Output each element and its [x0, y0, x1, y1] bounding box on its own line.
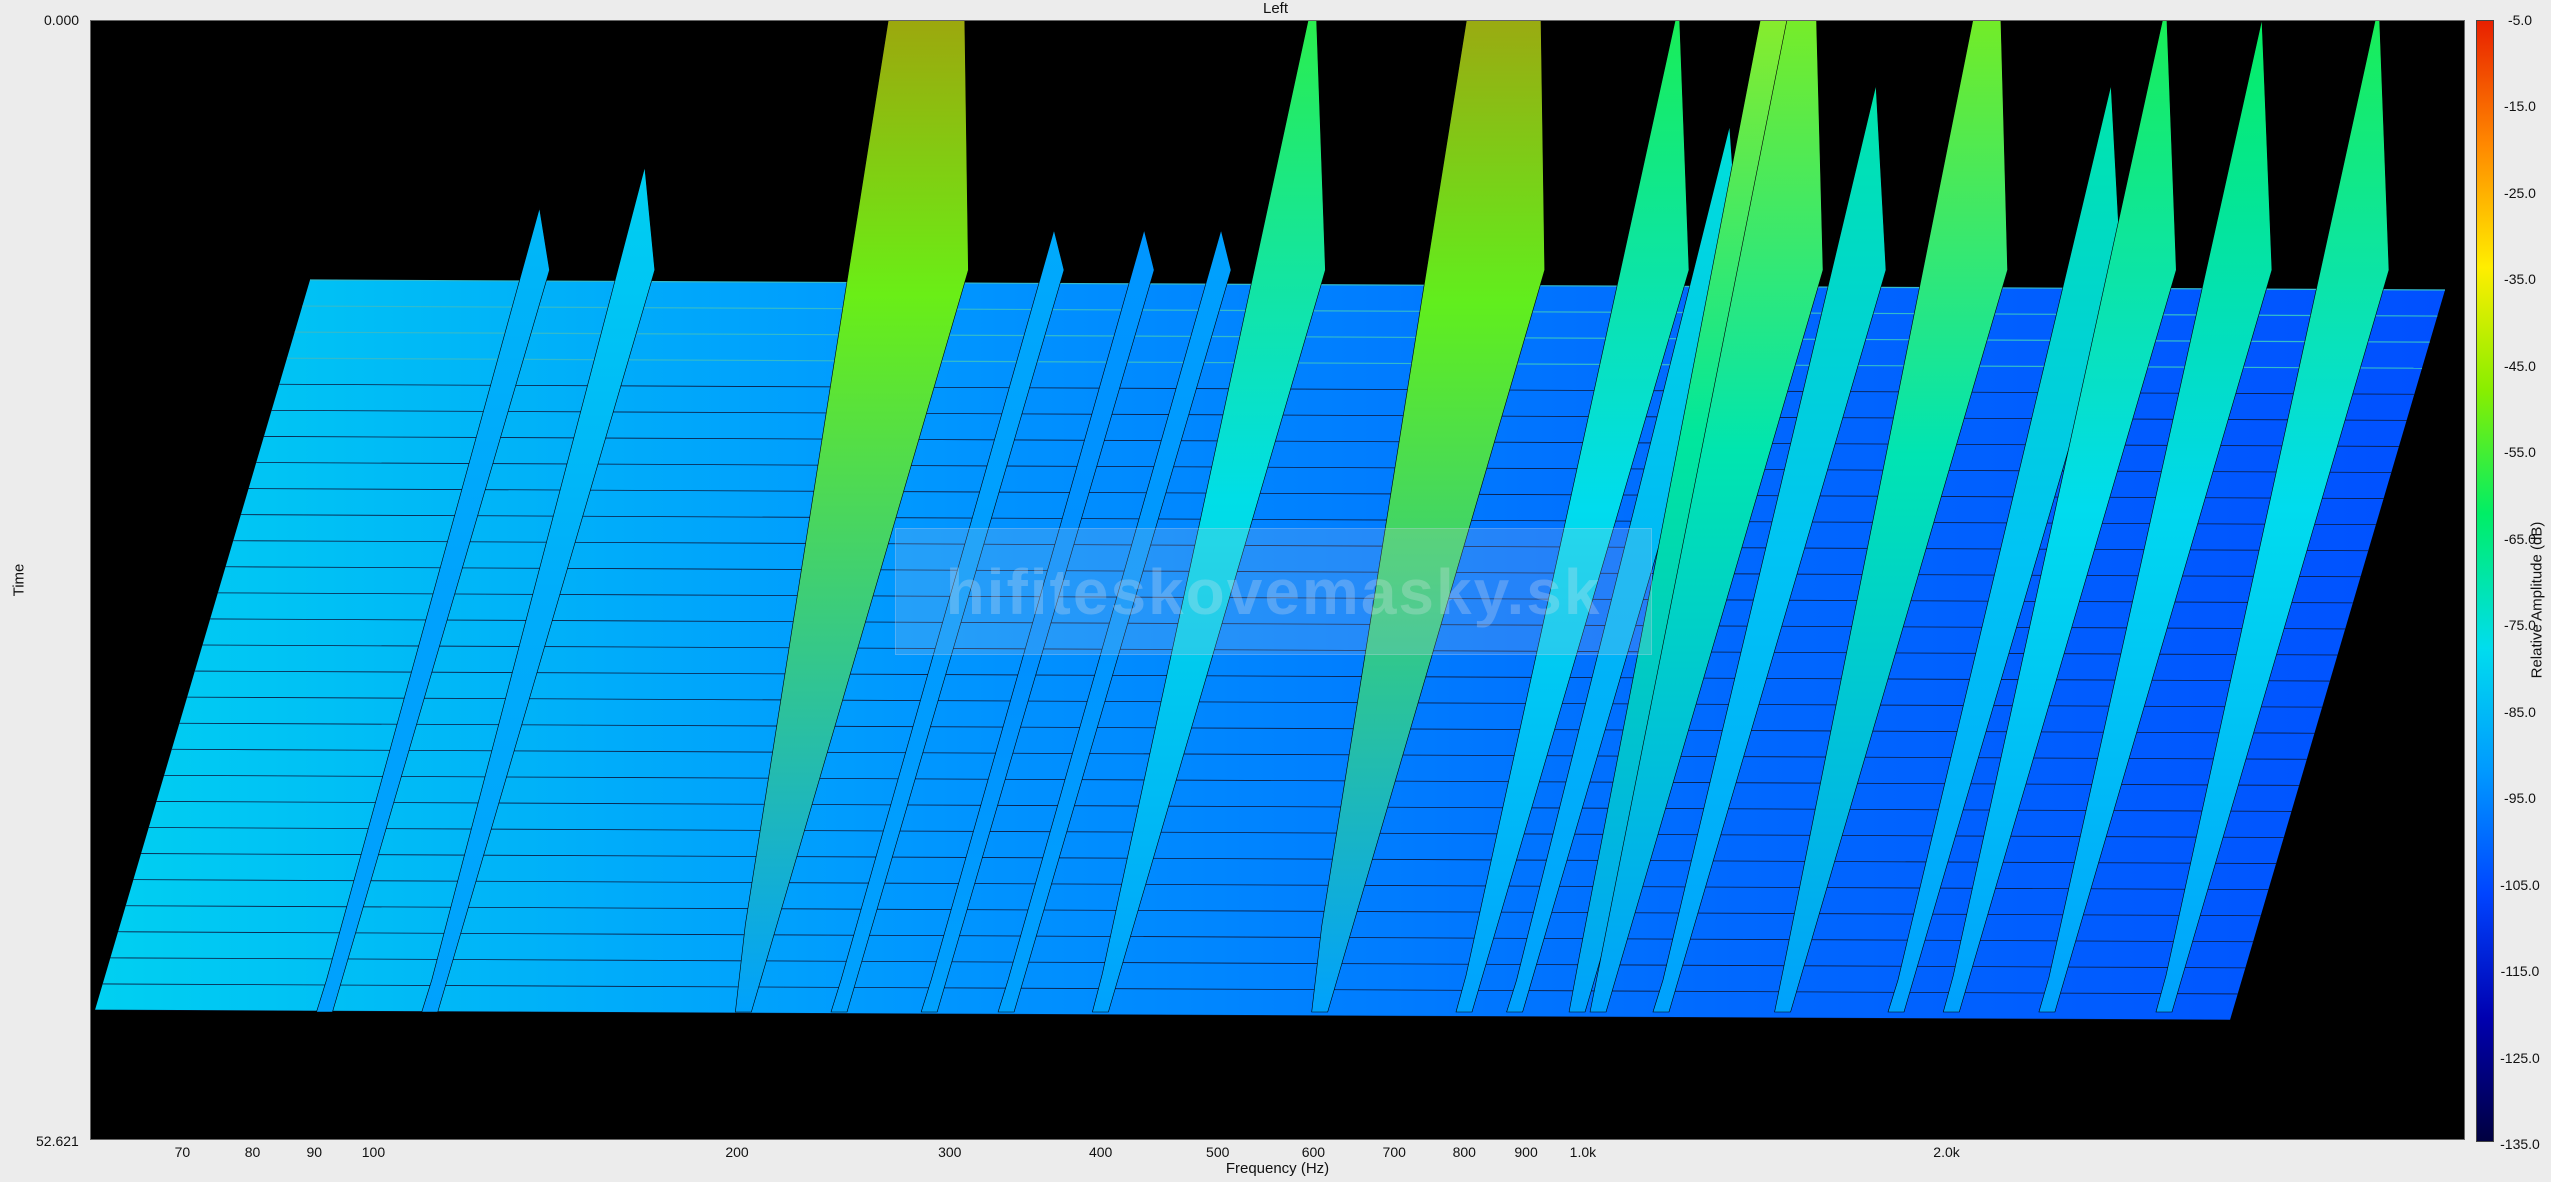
x-tick-label: 700 [1382, 1144, 1406, 1160]
x-tick-label: 90 [306, 1144, 323, 1160]
time-tick-start: 0.000 [44, 12, 80, 28]
app-window: Left Time 0.000 52.621 70 80 90 100 200 300 40… [0, 0, 2551, 1182]
x-axis-label: Frequency (Hz) [1225, 1160, 1330, 1177]
colorbar-label: Relative Amplitude (dB) [2528, 521, 2546, 679]
x-tick-label: 800 [1452, 1144, 1476, 1160]
colorbar-tick-label: -125.0 [2500, 1049, 2540, 1066]
colorbar-tick-label: -25.0 [2504, 184, 2536, 201]
chart-title: Left [1262, 0, 1289, 17]
x-tick-label: 600 [1301, 1144, 1326, 1160]
x-tick-label: 300 [938, 1144, 962, 1160]
y-axis-label: Time [10, 563, 28, 597]
x-tick-label: 900 [1514, 1144, 1538, 1160]
colorbar-tick-label: -115.0 [2500, 963, 2540, 980]
time-tick-end: 52.621 [36, 1133, 79, 1149]
colorbar-tick-label: -135.0 [2500, 1136, 2540, 1153]
x-tick-label: 70 [174, 1144, 191, 1160]
colorbar-tick-label: -15.0 [2504, 98, 2536, 115]
x-tick-label: 2.0k [1933, 1144, 1960, 1160]
x-tick-label: 500 [1206, 1144, 1230, 1160]
x-tick-label: 80 [244, 1144, 261, 1160]
x-tick-label: 1.0k [1569, 1144, 1597, 1160]
watermark: hifiteskovemasky.sk [895, 528, 1652, 655]
colorbar-tick-label: -35.0 [2504, 271, 2536, 288]
colorbar-tick-label: -5.0 [2507, 12, 2533, 28]
x-tick-label: 100 [361, 1144, 386, 1160]
x-tick-label: 200 [725, 1144, 749, 1160]
x-tick-label: 400 [1088, 1144, 1113, 1160]
